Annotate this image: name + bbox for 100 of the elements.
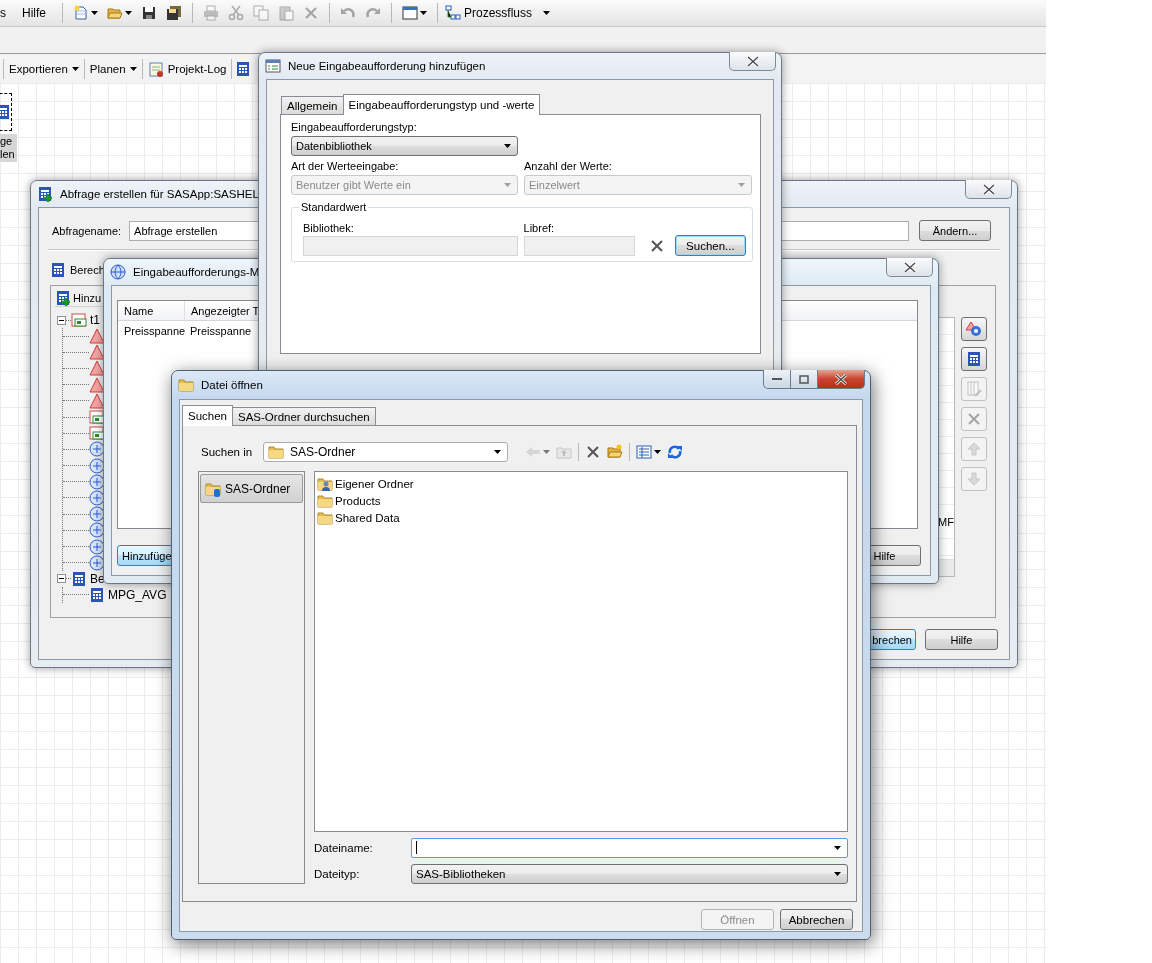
file-type-dropdown[interactable]: SAS-Bibliotheken bbox=[411, 863, 848, 884]
close-button[interactable] bbox=[729, 52, 776, 71]
back-arrow-icon bbox=[525, 444, 541, 460]
notepad-icon bbox=[147, 60, 164, 77]
minimize-button[interactable] bbox=[763, 370, 791, 389]
table-cell-text: Preisspanne bbox=[189, 323, 252, 339]
file-name-field[interactable] bbox=[411, 837, 848, 858]
paste-icon bbox=[278, 5, 294, 21]
tree-node[interactable]: MPG_AVG bbox=[108, 587, 167, 602]
caret-icon[interactable] bbox=[91, 11, 98, 15]
triangle-icon bbox=[89, 360, 105, 377]
calculator-icon bbox=[89, 586, 105, 603]
tree-node[interactable]: Be bbox=[90, 571, 105, 586]
close-button[interactable] bbox=[817, 370, 865, 389]
caret-icon[interactable] bbox=[654, 450, 661, 454]
caret-icon bbox=[738, 183, 745, 187]
new-file-icon bbox=[73, 5, 89, 21]
tab[interactable]: SAS-Ordner durchsuchen bbox=[232, 407, 376, 425]
column-header[interactable]: Name bbox=[118, 301, 185, 320]
caret-icon[interactable] bbox=[834, 871, 841, 876]
field-label: Dateiname: bbox=[314, 841, 374, 854]
expand-toggle[interactable] bbox=[57, 574, 66, 584]
library-field[interactable] bbox=[303, 236, 518, 256]
folder-icon bbox=[317, 492, 333, 509]
open-folder-icon bbox=[107, 5, 123, 21]
table-icon bbox=[71, 312, 87, 328]
tab[interactable]: Eingabeaufforderungstyp und -werte bbox=[342, 94, 541, 115]
calculator-icon bbox=[966, 351, 982, 367]
caret-icon[interactable] bbox=[494, 450, 501, 454]
menu-item[interactable]: s bbox=[0, 6, 19, 20]
window-title: Datei öffnen bbox=[201, 379, 263, 391]
caret-icon[interactable] bbox=[543, 11, 551, 15]
process-flow-icon bbox=[445, 5, 461, 21]
field-label: Suchen in bbox=[200, 446, 254, 458]
field-label: Eingabeaufforderungstyp: bbox=[291, 121, 417, 133]
change-button[interactable]: Ändern... bbox=[919, 220, 991, 241]
view-list-icon bbox=[636, 444, 652, 460]
calculator-icon bbox=[71, 570, 87, 587]
libref-field[interactable] bbox=[523, 236, 635, 256]
tool-button[interactable] bbox=[961, 347, 987, 371]
file-item[interactable]: Shared Data bbox=[335, 511, 400, 524]
tab[interactable]: Allgemein bbox=[281, 96, 344, 114]
file-item[interactable]: Eigener Ordner bbox=[335, 477, 414, 490]
caret-icon bbox=[504, 183, 511, 187]
pane-header: Hinzu bbox=[73, 291, 102, 304]
caret-icon[interactable] bbox=[834, 845, 841, 850]
expand-toggle[interactable] bbox=[57, 315, 66, 325]
caret-icon[interactable] bbox=[125, 11, 132, 15]
tab[interactable]: Suchen bbox=[182, 405, 233, 426]
add-table-icon[interactable] bbox=[55, 289, 71, 306]
location-dropdown[interactable]: SAS-Ordner bbox=[263, 442, 508, 462]
caret-icon bbox=[129, 66, 137, 71]
toolbar-button[interactable] bbox=[633, 444, 664, 460]
close-icon bbox=[902, 261, 917, 273]
prompt-icon bbox=[966, 321, 982, 337]
window-title: Neue Eingabeaufforderung hinzufügen bbox=[288, 60, 486, 72]
maximize-button[interactable] bbox=[790, 370, 818, 389]
tool-button[interactable] bbox=[961, 317, 987, 341]
window-title: Eingabeaufforderungs-M bbox=[133, 266, 260, 278]
table-icon[interactable] bbox=[235, 60, 252, 77]
menu-item[interactable]: Hilfe bbox=[22, 6, 55, 20]
down-arrow-icon bbox=[966, 471, 982, 487]
close-icon bbox=[981, 183, 996, 195]
type-dropdown[interactable]: Datenbibliothek bbox=[291, 136, 518, 156]
toolbar-button[interactable]: Planen bbox=[87, 62, 139, 75]
print-icon bbox=[203, 5, 219, 21]
save-icon bbox=[141, 5, 157, 21]
browse-button[interactable]: Suchen... bbox=[674, 235, 746, 256]
folder-icon bbox=[268, 444, 284, 460]
toolbar-button[interactable]: Projekt-Log bbox=[145, 60, 229, 77]
dialog-button[interactable]: Hilfe bbox=[925, 629, 998, 650]
field-label: Anzahl der Werte: bbox=[524, 160, 613, 172]
triangle-icon bbox=[89, 392, 105, 409]
maximize-icon bbox=[799, 374, 809, 384]
delete-icon[interactable] bbox=[648, 238, 665, 254]
field-label: Dateityp: bbox=[314, 867, 361, 880]
process-flow-button[interactable]: Prozessfluss bbox=[445, 5, 533, 21]
form-icon bbox=[265, 58, 281, 74]
save-all-icon bbox=[166, 5, 182, 21]
toolbar-button[interactable]: Exportieren bbox=[7, 62, 81, 75]
folder-icon bbox=[317, 509, 333, 526]
field-label: Abfragename: bbox=[52, 224, 122, 237]
edit-columns-icon bbox=[966, 381, 982, 397]
delete-icon bbox=[966, 411, 982, 427]
toolbar-button[interactable] bbox=[104, 5, 135, 21]
place-item[interactable]: SAS-Ordner bbox=[200, 474, 303, 503]
tree-node[interactable]: t1 bbox=[90, 313, 100, 327]
triangle-icon bbox=[89, 376, 105, 393]
delete-icon bbox=[585, 444, 601, 460]
caret-icon[interactable] bbox=[420, 11, 427, 15]
close-icon bbox=[745, 55, 760, 67]
up-arrow-icon bbox=[966, 441, 982, 457]
dialog-button[interactable]: Abbrechen bbox=[780, 909, 853, 930]
close-button[interactable] bbox=[965, 180, 1012, 199]
close-button[interactable] bbox=[886, 258, 933, 277]
caret-icon[interactable] bbox=[504, 144, 511, 148]
caret-icon bbox=[71, 66, 79, 71]
file-item[interactable]: Products bbox=[335, 494, 381, 507]
user-folder-icon bbox=[317, 475, 333, 492]
toolbar-button[interactable] bbox=[399, 5, 430, 21]
